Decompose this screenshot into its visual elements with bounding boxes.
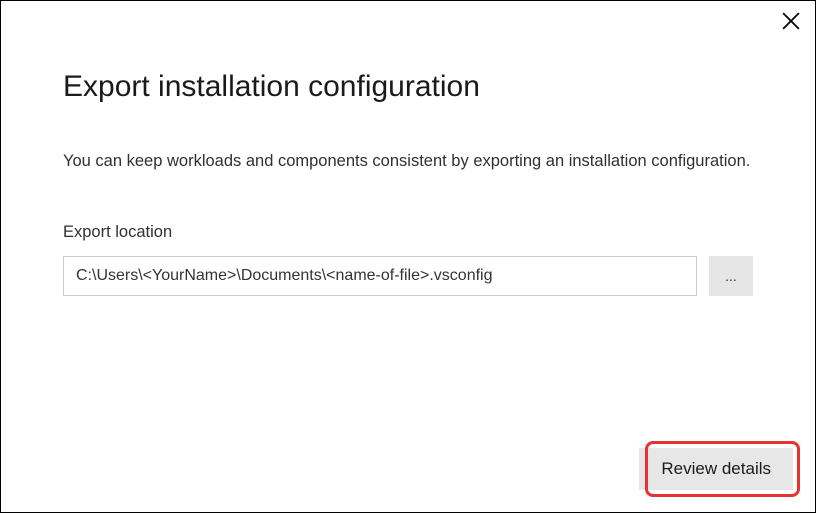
dialog-footer: Review details (639, 448, 793, 490)
export-location-label: Export location (63, 223, 753, 242)
browse-button[interactable]: ... (709, 256, 753, 296)
dialog-title: Export installation configuration (63, 69, 753, 105)
export-path-input[interactable] (63, 256, 697, 296)
close-icon (782, 12, 800, 30)
dialog-description: You can keep workloads and components co… (63, 149, 753, 175)
input-row: ... (63, 256, 753, 296)
review-details-button[interactable]: Review details (639, 448, 793, 490)
dialog-content: Export installation configuration You ca… (1, 1, 815, 296)
close-button[interactable] (779, 9, 803, 33)
